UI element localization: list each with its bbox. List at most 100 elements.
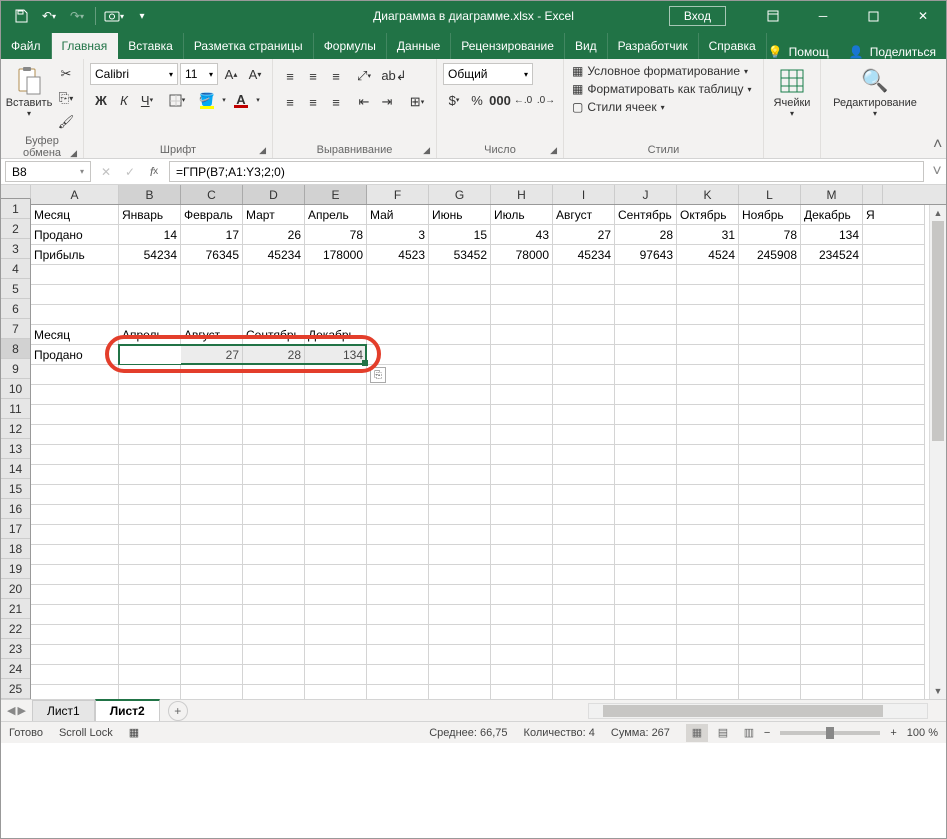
- cell[interactable]: Я: [863, 205, 925, 225]
- cell[interactable]: Октябрь: [677, 205, 739, 225]
- cell[interactable]: [181, 465, 243, 485]
- cell[interactable]: [119, 685, 181, 699]
- wrap-text-button[interactable]: ab↲: [381, 65, 407, 87]
- cell[interactable]: [31, 645, 119, 665]
- cell[interactable]: 15: [429, 225, 491, 245]
- cell[interactable]: [739, 325, 801, 345]
- cell[interactable]: [429, 565, 491, 585]
- cell[interactable]: [677, 625, 739, 645]
- fill-color-button[interactable]: 🪣: [196, 89, 218, 111]
- cell[interactable]: [677, 585, 739, 605]
- cell[interactable]: [677, 645, 739, 665]
- cell[interactable]: [429, 465, 491, 485]
- cell[interactable]: [119, 265, 181, 285]
- cell[interactable]: [615, 445, 677, 465]
- cell[interactable]: [615, 285, 677, 305]
- cell[interactable]: 78000: [491, 245, 553, 265]
- cell[interactable]: [181, 565, 243, 585]
- cell[interactable]: [31, 545, 119, 565]
- cell[interactable]: [677, 445, 739, 465]
- cell[interactable]: [615, 625, 677, 645]
- cell[interactable]: [739, 385, 801, 405]
- vertical-scroll-thumb[interactable]: [932, 221, 944, 441]
- cell[interactable]: Декабрь: [801, 205, 863, 225]
- cell[interactable]: [367, 665, 429, 685]
- cell[interactable]: [491, 345, 553, 365]
- row-header[interactable]: 15: [1, 479, 30, 499]
- row-header[interactable]: 6: [1, 299, 30, 319]
- row-header[interactable]: 17: [1, 519, 30, 539]
- increase-font-button[interactable]: A▴: [220, 63, 242, 85]
- cell[interactable]: [553, 465, 615, 485]
- cell[interactable]: [119, 425, 181, 445]
- cell[interactable]: [553, 325, 615, 345]
- cell[interactable]: 45234: [243, 245, 305, 265]
- cell[interactable]: [677, 545, 739, 565]
- cell[interactable]: 27: [181, 345, 243, 365]
- cell[interactable]: [739, 645, 801, 665]
- horizontal-scroll-thumb[interactable]: [603, 705, 883, 717]
- font-name-select[interactable]: Calibri▾: [90, 63, 178, 85]
- cell[interactable]: [863, 365, 925, 385]
- cell[interactable]: [491, 565, 553, 585]
- cell[interactable]: [367, 325, 429, 345]
- cell[interactable]: [615, 385, 677, 405]
- editing-button[interactable]: 🔍 Редактирование ▾: [827, 63, 923, 118]
- cell[interactable]: [305, 585, 367, 605]
- close-button[interactable]: ✕: [900, 1, 946, 31]
- cell[interactable]: [31, 685, 119, 699]
- cell[interactable]: [801, 485, 863, 505]
- comma-button[interactable]: 000: [489, 89, 511, 111]
- row-header[interactable]: 20: [1, 579, 30, 599]
- row-header[interactable]: 4: [1, 259, 30, 279]
- column-header[interactable]: L: [739, 185, 801, 204]
- cell[interactable]: [739, 545, 801, 565]
- cell[interactable]: [367, 565, 429, 585]
- cell[interactable]: [119, 505, 181, 525]
- cell[interactable]: [677, 285, 739, 305]
- cell[interactable]: [553, 405, 615, 425]
- add-sheet-button[interactable]: +: [168, 701, 188, 721]
- cell[interactable]: [801, 565, 863, 585]
- cell[interactable]: [429, 525, 491, 545]
- bold-button[interactable]: Ж: [90, 89, 112, 111]
- cell[interactable]: Месяц: [31, 325, 119, 345]
- scroll-up-button[interactable]: ▲: [930, 205, 946, 221]
- minimize-button[interactable]: ─: [800, 1, 846, 31]
- cell[interactable]: [615, 685, 677, 699]
- cell[interactable]: Сентябрь: [615, 205, 677, 225]
- cell[interactable]: 31: [677, 225, 739, 245]
- cell[interactable]: [553, 685, 615, 699]
- tab-file[interactable]: Файл: [1, 33, 52, 59]
- cell[interactable]: 245908: [739, 245, 801, 265]
- cell[interactable]: [367, 585, 429, 605]
- cell[interactable]: [367, 345, 429, 365]
- cell[interactable]: [863, 545, 925, 565]
- cell[interactable]: [429, 425, 491, 445]
- cell[interactable]: [677, 365, 739, 385]
- cell[interactable]: [863, 665, 925, 685]
- cell[interactable]: Февраль: [181, 205, 243, 225]
- cell[interactable]: [677, 325, 739, 345]
- cell[interactable]: [863, 505, 925, 525]
- cell[interactable]: [553, 565, 615, 585]
- cell[interactable]: [801, 525, 863, 545]
- page-layout-view-button[interactable]: ▤: [712, 724, 734, 742]
- cell[interactable]: [615, 585, 677, 605]
- cell[interactable]: [615, 545, 677, 565]
- decrease-indent-button[interactable]: ⇤: [353, 91, 375, 113]
- cell[interactable]: [305, 405, 367, 425]
- cell[interactable]: 43: [491, 225, 553, 245]
- cell[interactable]: [367, 285, 429, 305]
- cell[interactable]: [429, 265, 491, 285]
- cell[interactable]: [243, 385, 305, 405]
- row-header[interactable]: 24: [1, 659, 30, 679]
- cell[interactable]: [677, 685, 739, 699]
- cell[interactable]: [119, 445, 181, 465]
- cell[interactable]: [801, 545, 863, 565]
- align-left-button[interactable]: ≡: [279, 91, 301, 113]
- cell[interactable]: [305, 665, 367, 685]
- cell[interactable]: [367, 385, 429, 405]
- cell[interactable]: [243, 485, 305, 505]
- cell[interactable]: [553, 265, 615, 285]
